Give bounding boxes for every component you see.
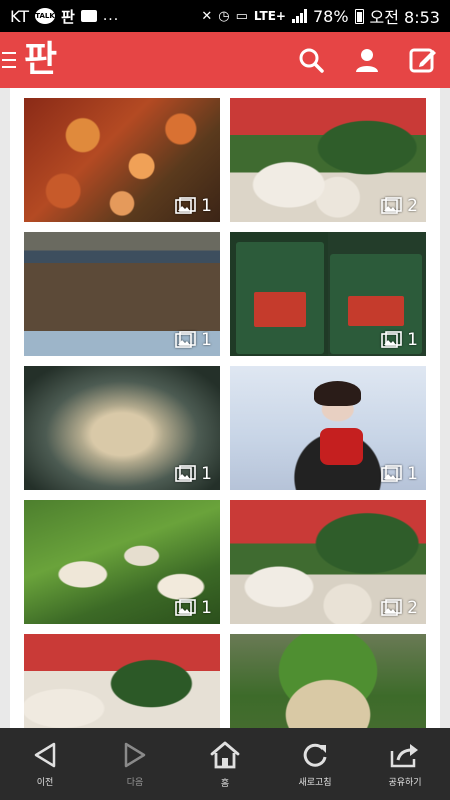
signal-icon — [291, 9, 307, 23]
back-label: 이전 — [36, 777, 54, 788]
write-icon[interactable] — [408, 45, 438, 75]
back-button[interactable]: 이전 — [0, 728, 90, 800]
battery-icon — [354, 8, 364, 24]
gallery-tile[interactable]: 1 — [24, 500, 220, 624]
user-icon[interactable] — [352, 45, 382, 75]
gallery-icon — [381, 331, 402, 348]
gallery-tile[interactable]: 2 — [230, 98, 426, 222]
image-count: 1 — [175, 464, 212, 484]
gallery-tile[interactable] — [230, 634, 426, 728]
gallery-icon — [381, 465, 402, 482]
search-icon[interactable] — [296, 45, 326, 75]
status-bar-right: ✕ ◷ ▭ LTE+ 78% 오전 8:53 — [201, 4, 440, 28]
forward-arrow-icon — [124, 742, 146, 767]
image-count-value: 1 — [201, 464, 212, 484]
image-count-value: 1 — [201, 598, 212, 618]
home-icon — [210, 741, 240, 768]
content-area[interactable]: 1 2 1 1 1 1 1 2 — [0, 88, 450, 728]
app-bar-actions — [296, 45, 450, 75]
kakaotalk-icon: TALK — [35, 8, 56, 24]
image-count: 2 — [381, 196, 418, 216]
refresh-icon — [303, 743, 327, 767]
more-notifications: ... — [102, 8, 120, 24]
gallery-icon — [175, 197, 196, 214]
gallery-tile[interactable]: 2 — [230, 500, 426, 624]
gallery-icon — [175, 599, 196, 616]
image-count: 1 — [175, 330, 212, 350]
home-label: 홈 — [220, 778, 230, 789]
carrier-label: KT — [10, 6, 30, 26]
alarm-icon: ◷ — [218, 8, 230, 24]
image-grid: 1 2 1 1 1 1 1 2 — [24, 98, 426, 728]
app-bar: 판 — [0, 32, 450, 88]
status-bar-left: KT TALK 판 ... — [10, 6, 119, 27]
image-count-value: 2 — [407, 196, 418, 216]
image-count: 2 — [381, 598, 418, 618]
gallery-tile[interactable]: 1 — [24, 366, 220, 490]
share-label: 공유하기 — [388, 777, 422, 788]
gallery-icon — [381, 197, 402, 214]
network-type: LTE+ — [253, 9, 286, 23]
gallery-icon — [175, 465, 196, 482]
hd-icon: ▭ — [235, 8, 248, 24]
menu-icon[interactable] — [2, 50, 22, 70]
image-count: 1 — [175, 598, 212, 618]
refresh-button[interactable]: 새로고침 — [270, 728, 360, 800]
status-bar: KT TALK 판 ... ✕ ◷ ▭ LTE+ 78% 오전 8:53 — [0, 0, 450, 32]
image-count-value: 1 — [201, 196, 212, 216]
home-button[interactable]: 홈 — [180, 728, 270, 800]
image-count: 1 — [381, 330, 418, 350]
gallery-tile[interactable] — [24, 634, 220, 728]
image-count: 1 — [381, 464, 418, 484]
app-logo[interactable]: 판 — [24, 42, 57, 78]
image-count-value: 2 — [407, 598, 418, 618]
share-button[interactable]: 공유하기 — [360, 728, 450, 800]
forward-button[interactable]: 다음 — [90, 728, 180, 800]
message-icon — [80, 10, 97, 22]
gallery-icon — [381, 599, 402, 616]
share-icon — [390, 743, 418, 767]
back-arrow-icon — [34, 742, 56, 767]
bottom-navigation: 이전 다음 홈 새로고침 공유하기 — [0, 728, 450, 800]
image-count: 1 — [175, 196, 212, 216]
refresh-label: 새로고침 — [298, 777, 332, 788]
battery-percent: 78% — [312, 6, 349, 26]
hair-shape — [314, 380, 362, 406]
image-count-value: 1 — [407, 330, 418, 350]
mute-icon: ✕ — [201, 8, 213, 24]
clock: 오전 8:53 — [369, 8, 440, 27]
gallery-icon — [175, 331, 196, 348]
gallery-panel: 1 2 1 1 1 1 1 2 — [10, 88, 440, 728]
scarf-shape — [320, 428, 364, 466]
forward-label: 다음 — [126, 777, 144, 788]
gallery-tile[interactable]: 1 — [24, 98, 220, 222]
bag-shape — [236, 242, 324, 354]
gallery-tile[interactable]: 1 — [24, 232, 220, 356]
image-count-value: 1 — [407, 464, 418, 484]
gallery-tile[interactable]: 1 — [230, 366, 426, 490]
image-count-value: 1 — [201, 330, 212, 350]
pan-notification-icon: 판 — [61, 7, 75, 26]
gallery-tile[interactable]: 1 — [230, 232, 426, 356]
